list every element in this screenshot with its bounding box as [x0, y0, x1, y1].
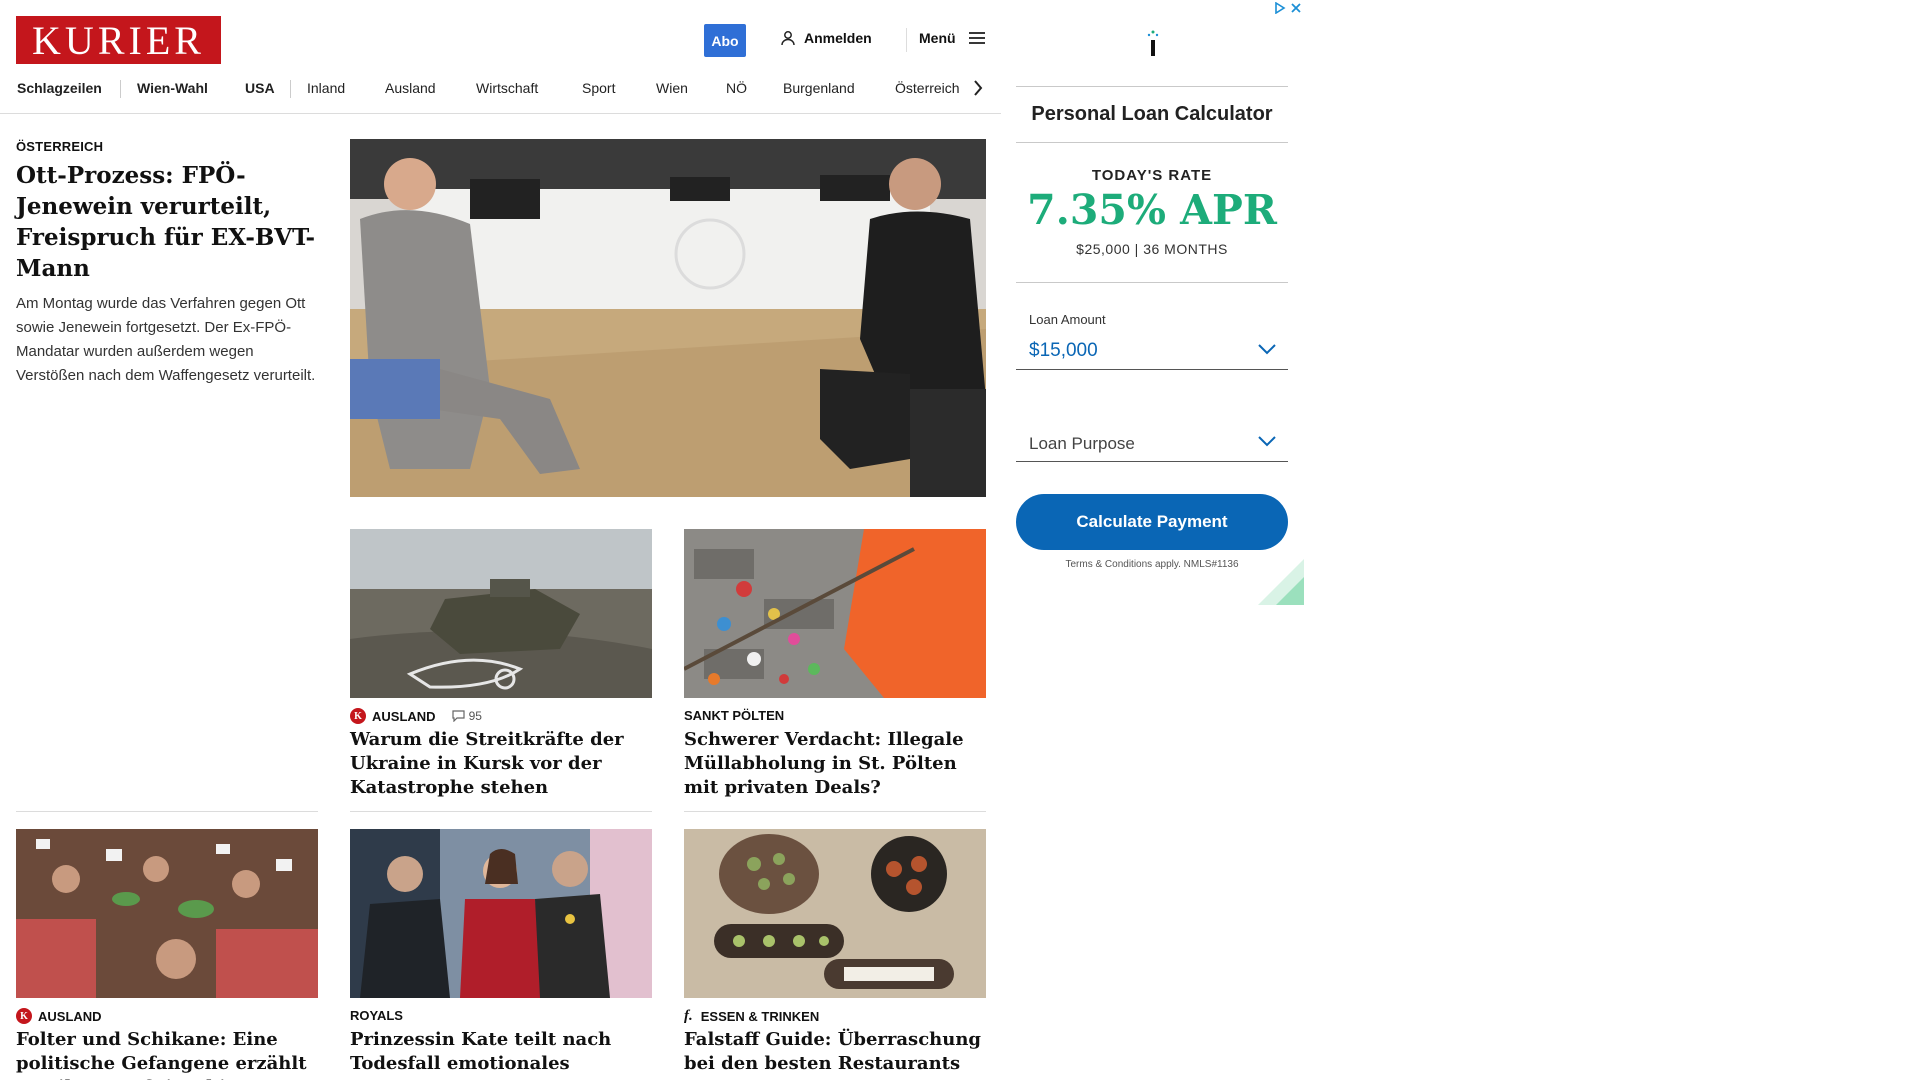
logo-text: KURIER	[32, 18, 205, 63]
nav-item-oesterreich[interactable]: Österreich	[895, 80, 960, 96]
divider	[16, 811, 318, 812]
login-button[interactable]: Anmelden	[780, 30, 872, 46]
rate-terms: $25,000 | 36 MONTHS	[1076, 241, 1228, 257]
card-kicker[interactable]: SANKT PÖLTEN	[684, 708, 784, 723]
nav-item-wirtschaft[interactable]: Wirtschaft	[476, 80, 538, 96]
nav-item-ausland[interactable]: Ausland	[385, 80, 436, 96]
menu-label: Menü	[919, 30, 956, 46]
card-headline[interactable]: Folter und Schikane: Eine politische Gef…	[16, 1028, 318, 1080]
card-kicker[interactable]: K AUSLAND 95	[350, 708, 482, 724]
login-label: Anmelden	[804, 30, 872, 46]
card-kicker-label: AUSLAND	[38, 1008, 102, 1024]
section-nav: Schlagzeilen Wien-Wahl USA Inland Auslan…	[0, 76, 1001, 114]
nav-item-schlagzeilen[interactable]: Schlagzeilen	[17, 80, 102, 96]
ad-title: Personal Loan Calculator	[1031, 103, 1273, 125]
chevron-down-icon	[1258, 344, 1276, 355]
comment-icon	[451, 710, 465, 722]
lead-image-courtroom[interactable]	[350, 139, 986, 497]
ad-divider	[1016, 282, 1288, 283]
nav-divider	[120, 80, 121, 98]
card-headline[interactable]: Schwerer Verdacht: Illegale Müllabholung…	[684, 728, 986, 800]
calculate-payment-button[interactable]: Calculate Payment	[1016, 494, 1288, 550]
nav-item-burgenland[interactable]: Burgenland	[783, 80, 855, 96]
nav-divider	[290, 80, 291, 98]
ad-corner-decoration	[1258, 559, 1304, 605]
card-image-food[interactable]	[684, 829, 986, 998]
divider	[684, 811, 986, 812]
card-image-garbage[interactable]	[684, 529, 986, 698]
hamburger-icon	[968, 32, 985, 44]
chevron-down-icon	[1258, 436, 1276, 447]
lead-teaser[interactable]: Am Montag wurde das Verfahren gegen Ott …	[16, 292, 316, 388]
loan-amount-value: $15,000	[1029, 340, 1098, 361]
lead-headline[interactable]: Ott-Prozess: FPÖ-Jenewein verurteilt, Fr…	[16, 160, 316, 284]
divider	[350, 811, 652, 812]
loan-calculator-ad[interactable]: Personal Loan Calculator TODAY'S RATE 7.…	[1016, 0, 1304, 605]
ad-choices[interactable]	[1274, 2, 1302, 14]
loan-amount-label: Loan Amount	[1029, 312, 1106, 327]
nav-item-wien[interactable]: Wien	[656, 80, 688, 96]
card-headline[interactable]: Falstaff Guide: Überraschung bei den bes…	[684, 1028, 986, 1076]
card-headline[interactable]: Prinzessin Kate teilt nach Todesfall emo…	[350, 1028, 652, 1080]
user-icon	[781, 31, 795, 46]
adchoices-play-icon	[1275, 2, 1286, 14]
card-kicker[interactable]: ROYALS	[350, 1008, 403, 1023]
ad-terms[interactable]: Terms & Conditions apply. NMLS#1136	[1016, 559, 1288, 570]
kurier-logo[interactable]: KURIER	[16, 16, 221, 64]
rate-value: 7.35% APR	[1027, 186, 1277, 234]
chevron-right-icon	[974, 80, 983, 96]
comment-count-value: 95	[468, 709, 482, 723]
nav-item-inland[interactable]: Inland	[307, 80, 345, 96]
advertiser-logo-icon	[1147, 30, 1159, 56]
card-headline[interactable]: Warum die Streitkräfte der Ukraine in Ku…	[350, 728, 652, 800]
card-kicker[interactable]: K AUSLAND	[16, 1008, 102, 1024]
nav-item-wien-wahl[interactable]: Wien-Wahl	[137, 80, 208, 96]
card-image-tank[interactable]	[350, 529, 652, 698]
card-kicker-label: ESSEN & TRINKEN	[700, 1009, 820, 1024]
ad-divider	[1016, 142, 1288, 143]
ad-divider	[1016, 86, 1288, 87]
rate-label: TODAY'S RATE	[1091, 167, 1213, 184]
loan-purpose-placeholder: Loan Purpose	[1029, 434, 1135, 453]
kurier-plus-icon: K	[16, 1008, 32, 1024]
loan-purpose-select[interactable]: Loan Purpose	[1016, 428, 1288, 462]
lead-kicker[interactable]: ÖSTERREICH	[16, 139, 103, 154]
close-icon[interactable]	[1290, 2, 1302, 14]
card-kicker-label: AUSLAND	[372, 708, 436, 724]
nav-item-noe[interactable]: NÖ	[726, 80, 747, 96]
menu-button[interactable]: Menü	[919, 30, 986, 46]
header-divider	[906, 28, 907, 52]
card-kicker[interactable]: f. ESSEN & TRINKEN	[684, 1008, 819, 1025]
nav-item-sport[interactable]: Sport	[582, 80, 615, 96]
loan-amount-select[interactable]: $15,000	[1016, 336, 1288, 370]
card-image-royals[interactable]	[350, 829, 652, 998]
abo-button[interactable]: Abo	[704, 24, 746, 57]
card-image-protest[interactable]	[16, 829, 318, 998]
falstaff-logo-icon: f.	[684, 1008, 693, 1024]
nav-item-usa[interactable]: USA	[245, 80, 275, 96]
kurier-plus-icon: K	[350, 708, 366, 724]
comment-count[interactable]: 95	[451, 709, 482, 723]
nav-scroll-right[interactable]	[968, 76, 988, 100]
